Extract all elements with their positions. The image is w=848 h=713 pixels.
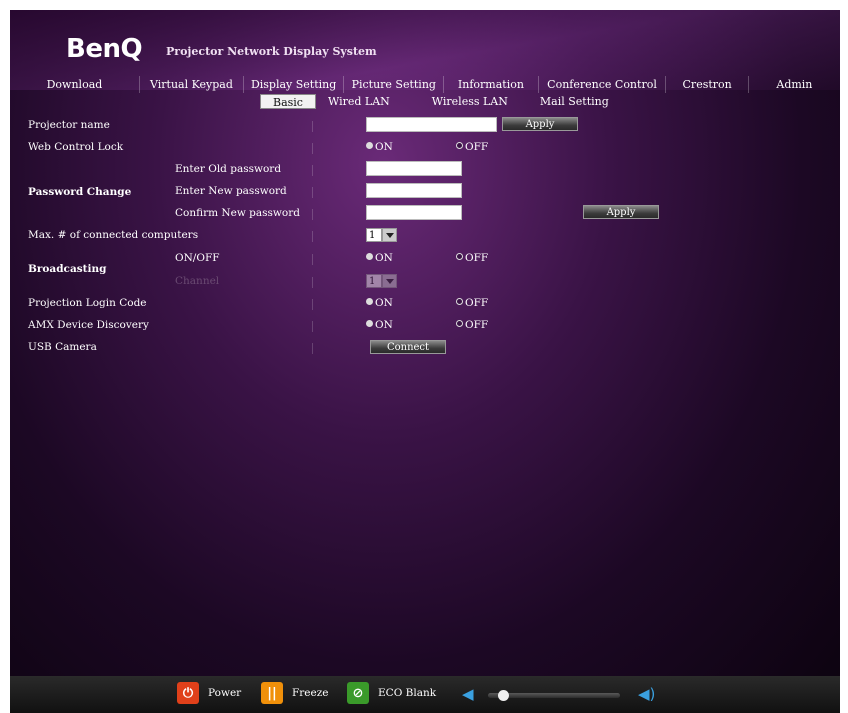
control-bar: ⏻ Power || Freeze ⊘ ECO Blank ◀ ◀) bbox=[10, 676, 840, 713]
divider bbox=[312, 277, 313, 288]
radio-label: OFF bbox=[465, 141, 489, 153]
tab-picture-setting[interactable]: Picture Setting bbox=[344, 76, 445, 93]
broadcasting-label: Broadcasting bbox=[28, 263, 107, 275]
radio-unselected-icon bbox=[366, 253, 373, 260]
subtab-basic[interactable]: Basic bbox=[260, 94, 316, 109]
broadcasting-onoff-label: ON/OFF bbox=[175, 252, 220, 264]
broadcasting-off-radio[interactable]: OFF bbox=[456, 252, 488, 264]
login-code-off-radio[interactable]: OFF bbox=[456, 297, 488, 309]
power-label: Power bbox=[208, 687, 242, 699]
projector-name-apply-button[interactable]: Apply bbox=[502, 117, 578, 131]
eco-blank-label: ECO Blank bbox=[378, 687, 437, 699]
radio-selected-icon bbox=[456, 320, 463, 327]
chevron-down-icon bbox=[382, 228, 397, 242]
eco-blank-icon: ⊘ bbox=[347, 682, 369, 704]
confirm-password-input[interactable] bbox=[366, 205, 462, 220]
app-window: BenQ Projector Network Display System Do… bbox=[10, 10, 840, 710]
divider bbox=[312, 187, 313, 198]
radio-label: OFF bbox=[465, 297, 489, 309]
tab-crestron[interactable]: Crestron bbox=[666, 76, 749, 93]
select-value: 1 bbox=[366, 274, 382, 288]
tab-download[interactable]: Download bbox=[10, 76, 140, 93]
channel-label: Channel bbox=[175, 275, 220, 287]
old-password-label: Enter Old password bbox=[175, 163, 282, 175]
radio-label: ON bbox=[375, 319, 393, 331]
new-password-label: Enter New password bbox=[175, 185, 287, 197]
subtab-wireless-lan[interactable]: Wireless LAN bbox=[402, 94, 520, 109]
amx-off-radio[interactable]: OFF bbox=[456, 319, 488, 331]
tab-virtual-keypad[interactable]: Virtual Keypad bbox=[140, 76, 245, 93]
channel-select: 1 bbox=[366, 274, 397, 288]
amx-on-radio[interactable]: ON bbox=[366, 319, 393, 331]
radio-label: ON bbox=[375, 252, 393, 264]
broadcasting-on-radio[interactable]: ON bbox=[366, 252, 393, 264]
web-control-lock-off-radio[interactable]: OFF bbox=[456, 141, 488, 153]
sub-nav: Basic Wired LAN Wireless LAN Mail Settin… bbox=[260, 94, 621, 109]
freeze-label: Freeze bbox=[292, 687, 329, 699]
amx-discovery-label: AMX Device Discovery bbox=[28, 319, 149, 331]
radio-unselected-icon bbox=[366, 298, 373, 305]
divider bbox=[312, 121, 313, 132]
radio-unselected-icon bbox=[366, 320, 373, 327]
tab-information[interactable]: Information bbox=[444, 76, 539, 93]
volume-up-icon[interactable]: ◀) bbox=[638, 685, 655, 703]
volume-slider[interactable] bbox=[488, 690, 620, 701]
freeze-button[interactable]: || Freeze bbox=[261, 682, 328, 704]
new-password-input[interactable] bbox=[366, 183, 462, 198]
volume-down-icon[interactable]: ◀ bbox=[462, 685, 474, 703]
benq-logo: BenQ bbox=[66, 34, 143, 64]
chevron-down-icon bbox=[382, 274, 397, 288]
radio-label: OFF bbox=[465, 319, 489, 331]
divider bbox=[312, 343, 313, 354]
power-icon: ⏻ bbox=[177, 682, 199, 704]
main-nav: Download Virtual Keypad Display Setting … bbox=[10, 76, 840, 93]
login-code-on-radio[interactable]: ON bbox=[366, 297, 393, 309]
max-computers-select[interactable]: 1 bbox=[366, 228, 397, 242]
usb-camera-connect-button[interactable]: Connect bbox=[370, 340, 446, 354]
web-control-lock-label: Web Control Lock bbox=[28, 141, 124, 153]
old-password-input[interactable] bbox=[366, 161, 462, 176]
usb-camera-label: USB Camera bbox=[28, 341, 97, 353]
divider bbox=[312, 321, 313, 332]
page-title: Projector Network Display System bbox=[166, 45, 377, 58]
projector-name-input[interactable] bbox=[366, 117, 497, 132]
divider bbox=[312, 299, 313, 310]
radio-unselected-icon bbox=[366, 142, 373, 149]
volume-knob[interactable] bbox=[497, 690, 509, 701]
divider bbox=[312, 254, 313, 265]
web-control-lock-on-radio[interactable]: ON bbox=[366, 141, 393, 153]
projector-name-label: Projector name bbox=[28, 119, 110, 131]
eco-blank-button[interactable]: ⊘ ECO Blank bbox=[347, 682, 436, 704]
tab-display-setting[interactable]: Display Setting bbox=[244, 76, 345, 93]
password-apply-button[interactable]: Apply bbox=[583, 205, 659, 219]
divider bbox=[312, 209, 313, 220]
radio-selected-icon bbox=[456, 298, 463, 305]
tab-conference-control[interactable]: Conference Control bbox=[539, 76, 667, 93]
tab-admin[interactable]: Admin bbox=[749, 76, 840, 93]
radio-label: ON bbox=[375, 297, 393, 309]
radio-label: OFF bbox=[465, 252, 489, 264]
max-computers-label: Max. # of connected computers bbox=[28, 229, 199, 241]
password-change-label: Password Change bbox=[28, 186, 132, 198]
subtab-mail-setting[interactable]: Mail Setting bbox=[520, 94, 621, 109]
subtab-wired-lan[interactable]: Wired LAN bbox=[316, 94, 402, 109]
select-value: 1 bbox=[366, 228, 382, 242]
divider bbox=[312, 231, 313, 242]
radio-selected-icon bbox=[456, 142, 463, 149]
radio-selected-icon bbox=[456, 253, 463, 260]
divider bbox=[312, 143, 313, 154]
confirm-password-label: Confirm New password bbox=[175, 207, 300, 219]
pause-icon: || bbox=[261, 682, 283, 704]
divider bbox=[312, 165, 313, 176]
radio-label: ON bbox=[375, 141, 393, 153]
projection-login-code-label: Projection Login Code bbox=[28, 297, 147, 309]
power-button[interactable]: ⏻ Power bbox=[177, 682, 241, 704]
